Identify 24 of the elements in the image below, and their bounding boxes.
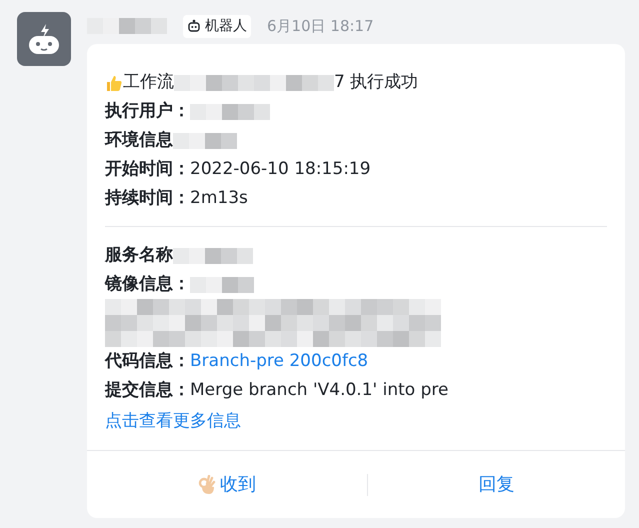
field-value: Merge branch 'V4.0.1' into pre [190,379,448,402]
status-text: 7 执行成功 [334,71,418,94]
field-label: 开始时间： [105,158,190,181]
received-button[interactable]: 收到 [87,451,366,518]
thumbs-up-icon [105,74,123,92]
workflow-label: 工作流 [123,71,174,94]
field-value: 2022-06-10 18:15:19 [190,158,371,181]
redaction-mosaic [190,276,254,292]
field-label: 持续时间： [105,187,190,210]
field-label: 镜像信息： [105,273,190,296]
ok-hand-icon [198,474,216,494]
robot-avatar [17,12,71,66]
robot-icon [187,19,201,33]
field-label: 代码信息： [105,350,190,373]
reply-button[interactable]: 回复 [368,451,625,518]
message-time: 6月10日 18:17 [267,16,374,37]
redaction-mosaic [173,132,237,148]
field-label: 服务名称 [105,244,173,267]
field-label: 提交信息： [105,379,190,402]
commit-link[interactable]: Branch-pre 200c0fc8 [190,347,368,376]
field-label: 执行用户： [105,100,190,123]
field-label: 环境信息 [105,129,173,152]
more-info-link[interactable]: 点击查看更多信息 [105,407,241,436]
field-value: 2m13s [190,187,248,210]
